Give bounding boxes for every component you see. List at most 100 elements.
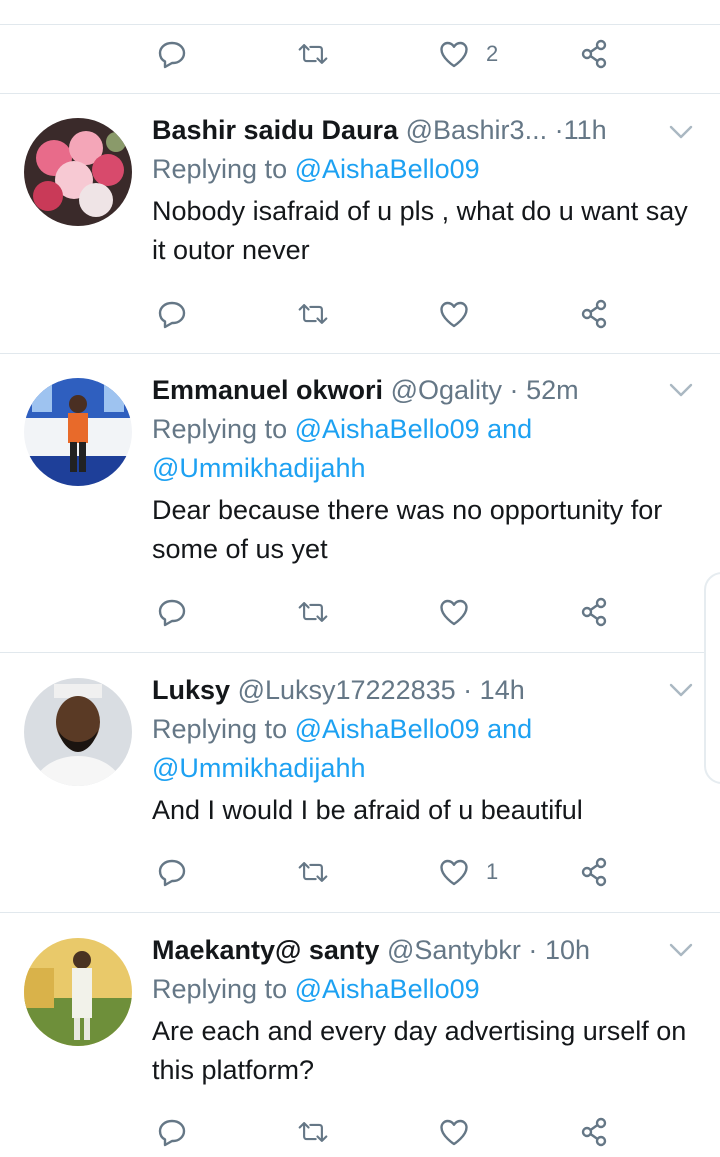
replying-label: Replying to	[152, 714, 288, 744]
separator-dot: ·	[509, 375, 519, 405]
retweet-button[interactable]	[297, 34, 329, 74]
reply-icon	[158, 41, 186, 69]
handle[interactable]: @Ogality	[391, 375, 502, 405]
tweet-menu-button[interactable]	[668, 380, 694, 400]
retweet-button[interactable]	[297, 852, 329, 892]
like-icon	[440, 301, 468, 328]
share-icon	[581, 39, 607, 69]
retweet-icon	[298, 44, 328, 64]
reply-icon	[158, 599, 186, 627]
mention-link[interactable]: @AishaBello09	[295, 154, 480, 184]
retweet-icon	[298, 1122, 328, 1142]
tweet-text: Nobody isafraid of u pls , what do u wan…	[152, 196, 688, 265]
tweet-header: Luksy @Luksy17222835 · 14h	[152, 670, 700, 710]
share-icon	[581, 299, 607, 329]
mention-link[interactable]: @Ummikhadijahh	[152, 753, 365, 783]
divider	[0, 652, 720, 653]
avatar[interactable]	[24, 118, 132, 226]
retweet-button[interactable]	[297, 592, 329, 632]
reply-button[interactable]	[156, 294, 188, 334]
timestamp[interactable]: 10h	[545, 935, 590, 965]
replying-label: Replying to	[152, 154, 288, 184]
handle[interactable]: @Luksy17222835	[238, 675, 456, 705]
like-button[interactable]	[438, 592, 470, 632]
share-button[interactable]	[578, 852, 610, 892]
share-icon	[581, 857, 607, 887]
share-button[interactable]	[578, 1112, 610, 1152]
share-button[interactable]	[578, 294, 610, 334]
tweet-actions: 2	[0, 34, 720, 74]
like-count: 2	[486, 41, 499, 66]
avatar[interactable]	[24, 938, 132, 1046]
retweet-icon	[298, 602, 328, 622]
chevron-down-icon	[669, 943, 693, 957]
chevron-down-icon	[669, 125, 693, 139]
tweet-menu-button[interactable]	[668, 122, 694, 142]
reply-button[interactable]	[156, 852, 188, 892]
mention-link[interactable]: @Ummikhadijahh	[152, 453, 365, 483]
share-button[interactable]	[578, 592, 610, 632]
reply-icon	[158, 301, 186, 329]
like-button[interactable]	[438, 1112, 470, 1152]
timestamp[interactable]: 11h	[564, 115, 607, 145]
separator-dot: ·	[528, 935, 538, 965]
display-name[interactable]: Emmanuel okwori	[152, 375, 383, 405]
tweet-header: Emmanuel okwori @Ogality · 52m	[152, 370, 700, 410]
handle[interactable]: @Bashir3...	[406, 115, 547, 145]
share-icon	[581, 1117, 607, 1147]
retweet-icon	[298, 862, 328, 882]
separator-dot: ·	[463, 675, 473, 705]
replying-label: Replying to	[152, 414, 288, 444]
divider	[0, 912, 720, 913]
timestamp[interactable]: 14h	[480, 675, 525, 705]
replying-to: Replying to @AishaBello09 and @Ummikhadi…	[152, 710, 700, 788]
share-button[interactable]	[578, 34, 610, 74]
like-icon	[440, 1119, 468, 1146]
chevron-down-icon	[669, 383, 693, 397]
like-button[interactable]: 1	[438, 852, 498, 892]
like-icon	[440, 859, 468, 886]
like-button[interactable]: 2	[438, 34, 498, 74]
divider	[0, 353, 720, 354]
like-icon	[440, 41, 468, 68]
retweet-icon	[298, 304, 328, 324]
avatar[interactable]	[24, 378, 132, 486]
handle[interactable]: @Santybkr	[387, 935, 521, 965]
scroll-handle[interactable]	[704, 572, 720, 784]
separator-dot: ·	[554, 115, 564, 145]
display-name[interactable]: Bashir saidu Daura	[152, 115, 398, 145]
tweet-actions	[0, 592, 720, 632]
retweet-button[interactable]	[297, 294, 329, 334]
avatar[interactable]	[24, 678, 132, 786]
divider	[0, 24, 720, 25]
tweet-actions: 1	[0, 852, 720, 892]
replying-label: Replying to	[152, 974, 288, 1004]
replying-to: Replying to @AishaBello09	[152, 970, 700, 1009]
tweet-menu-button[interactable]	[668, 680, 694, 700]
reply-icon	[158, 859, 186, 887]
like-icon	[440, 599, 468, 626]
mention-link[interactable]: @AishaBello09 and	[295, 714, 533, 744]
tweet-header: Bashir saidu Daura @Bashir3... ·11h	[152, 110, 700, 150]
tweet-header: Maekanty@ santy @Santybkr · 10h	[152, 930, 700, 970]
like-button[interactable]	[438, 294, 470, 334]
mention-link[interactable]: @AishaBello09 and	[295, 414, 533, 444]
reply-button[interactable]	[156, 1112, 188, 1152]
display-name[interactable]: Luksy	[152, 675, 230, 705]
display-name[interactable]: Maekanty@ santy	[152, 935, 379, 965]
reply-icon	[158, 1119, 186, 1147]
mention-link[interactable]: @AishaBello09	[295, 974, 480, 1004]
reply-button[interactable]	[156, 592, 188, 632]
retweet-button[interactable]	[297, 1112, 329, 1152]
replying-to: Replying to @AishaBello09	[152, 150, 700, 189]
tweet-menu-button[interactable]	[668, 940, 694, 960]
chevron-down-icon	[669, 683, 693, 697]
replying-to: Replying to @AishaBello09 and @Ummikhadi…	[152, 410, 700, 488]
tweet-text: Are each and every day advertising ursel…	[152, 1016, 687, 1085]
tweet-actions	[0, 1112, 720, 1152]
share-icon	[581, 597, 607, 627]
timestamp[interactable]: 52m	[526, 375, 579, 405]
tweet-text: Dear because there was no opportunity fo…	[152, 495, 663, 564]
tweet-actions	[0, 294, 720, 334]
reply-button[interactable]	[156, 34, 188, 74]
